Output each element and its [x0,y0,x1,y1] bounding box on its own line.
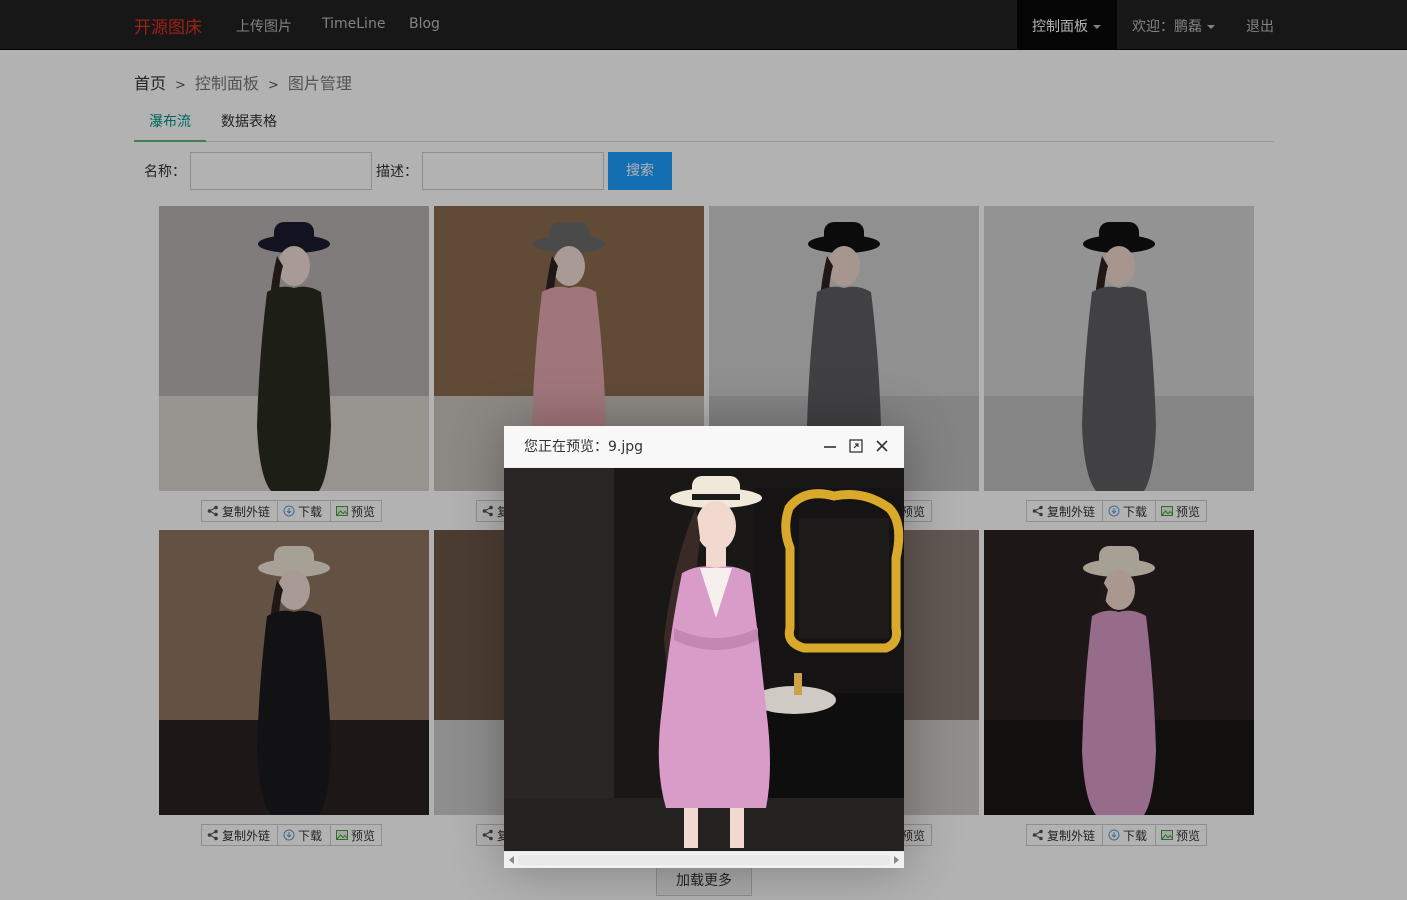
modal-tools [822,438,890,454]
preview-image [504,468,904,851]
minimize-icon[interactable] [822,438,838,454]
scrollbar-thumb[interactable] [518,855,890,865]
scroll-right-icon[interactable] [894,856,899,864]
close-icon[interactable] [874,438,890,454]
maximize-icon[interactable] [848,438,864,454]
scroll-left-icon[interactable] [509,856,514,864]
modal-scrollbar[interactable] [504,851,904,868]
preview-modal: 您正在预览：9.jpg [504,426,904,868]
